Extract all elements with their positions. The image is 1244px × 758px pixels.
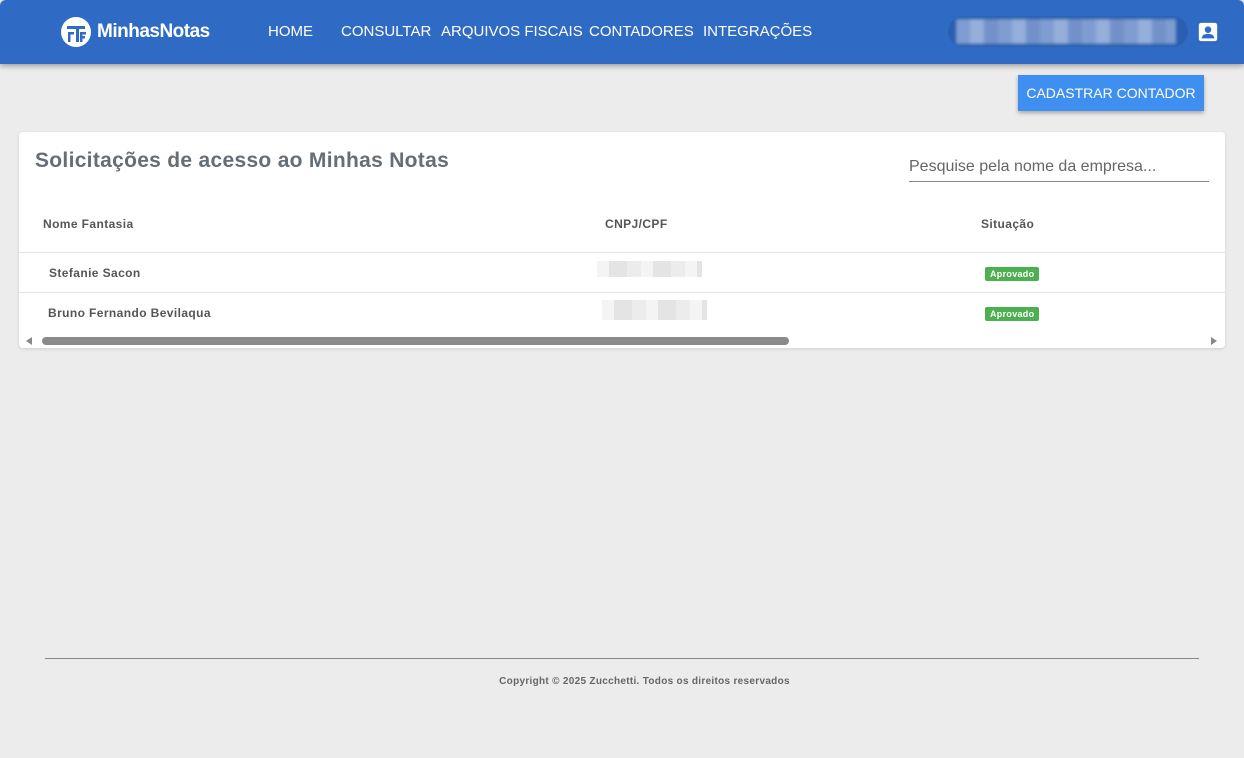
scroll-thumb[interactable]	[42, 337, 789, 345]
footer-divider	[45, 658, 1199, 659]
redacted-cnpj	[602, 300, 707, 320]
page-title: Solicitações de acesso ao Minhas Notas	[35, 149, 450, 172]
redacted-user-name	[956, 19, 1176, 44]
scroll-right-arrow-icon[interactable]	[1211, 337, 1217, 345]
row-name: Bruno Fernando Bevilaqua	[48, 306, 211, 320]
copyright-text: Copyright © 2025 Zucchetti. Todos os dir…	[499, 676, 790, 687]
access-requests-card: Solicitações de acesso ao Minhas Notas N…	[19, 132, 1225, 348]
logo-icon	[61, 17, 91, 47]
row-divider	[19, 292, 1225, 293]
status-badge: Aprovado	[985, 267, 1040, 281]
brand-logo[interactable]: MinhasNotas	[60, 16, 210, 48]
company-search-input[interactable]	[909, 152, 1209, 182]
nav-arquivos-fiscais[interactable]: ARQUIVOS FISCAIS	[441, 23, 583, 40]
register-accountant-button[interactable]: CADASTRAR CONTADOR	[1018, 75, 1204, 111]
nav-consultar[interactable]: CONSULTAR	[341, 23, 431, 40]
nav-contadores[interactable]: CONTADORES	[589, 23, 694, 40]
top-navbar: MinhasNotas HOME CONSULTAR ARQUIVOS FISC…	[0, 0, 1244, 64]
horizontal-scrollbar[interactable]	[19, 333, 1225, 348]
nav-integracoes[interactable]: INTEGRAÇÕES	[703, 23, 812, 40]
redacted-cnpj	[597, 261, 702, 277]
row-name: Stefanie Sacon	[49, 266, 141, 280]
scroll-left-arrow-icon[interactable]	[26, 337, 32, 345]
column-header-cnpj[interactable]: CNPJ/CPF	[605, 217, 668, 231]
brand-name: MinhasNotas	[97, 21, 210, 42]
account-box-icon[interactable]	[1197, 21, 1219, 43]
column-header-name[interactable]: Nome Fantasia	[43, 217, 134, 231]
nav-home[interactable]: HOME	[268, 23, 313, 40]
column-header-status[interactable]: Situação	[981, 217, 1034, 231]
status-badge: Aprovado	[985, 307, 1040, 321]
header-divider	[19, 252, 1225, 253]
user-name-pill[interactable]	[948, 16, 1188, 47]
